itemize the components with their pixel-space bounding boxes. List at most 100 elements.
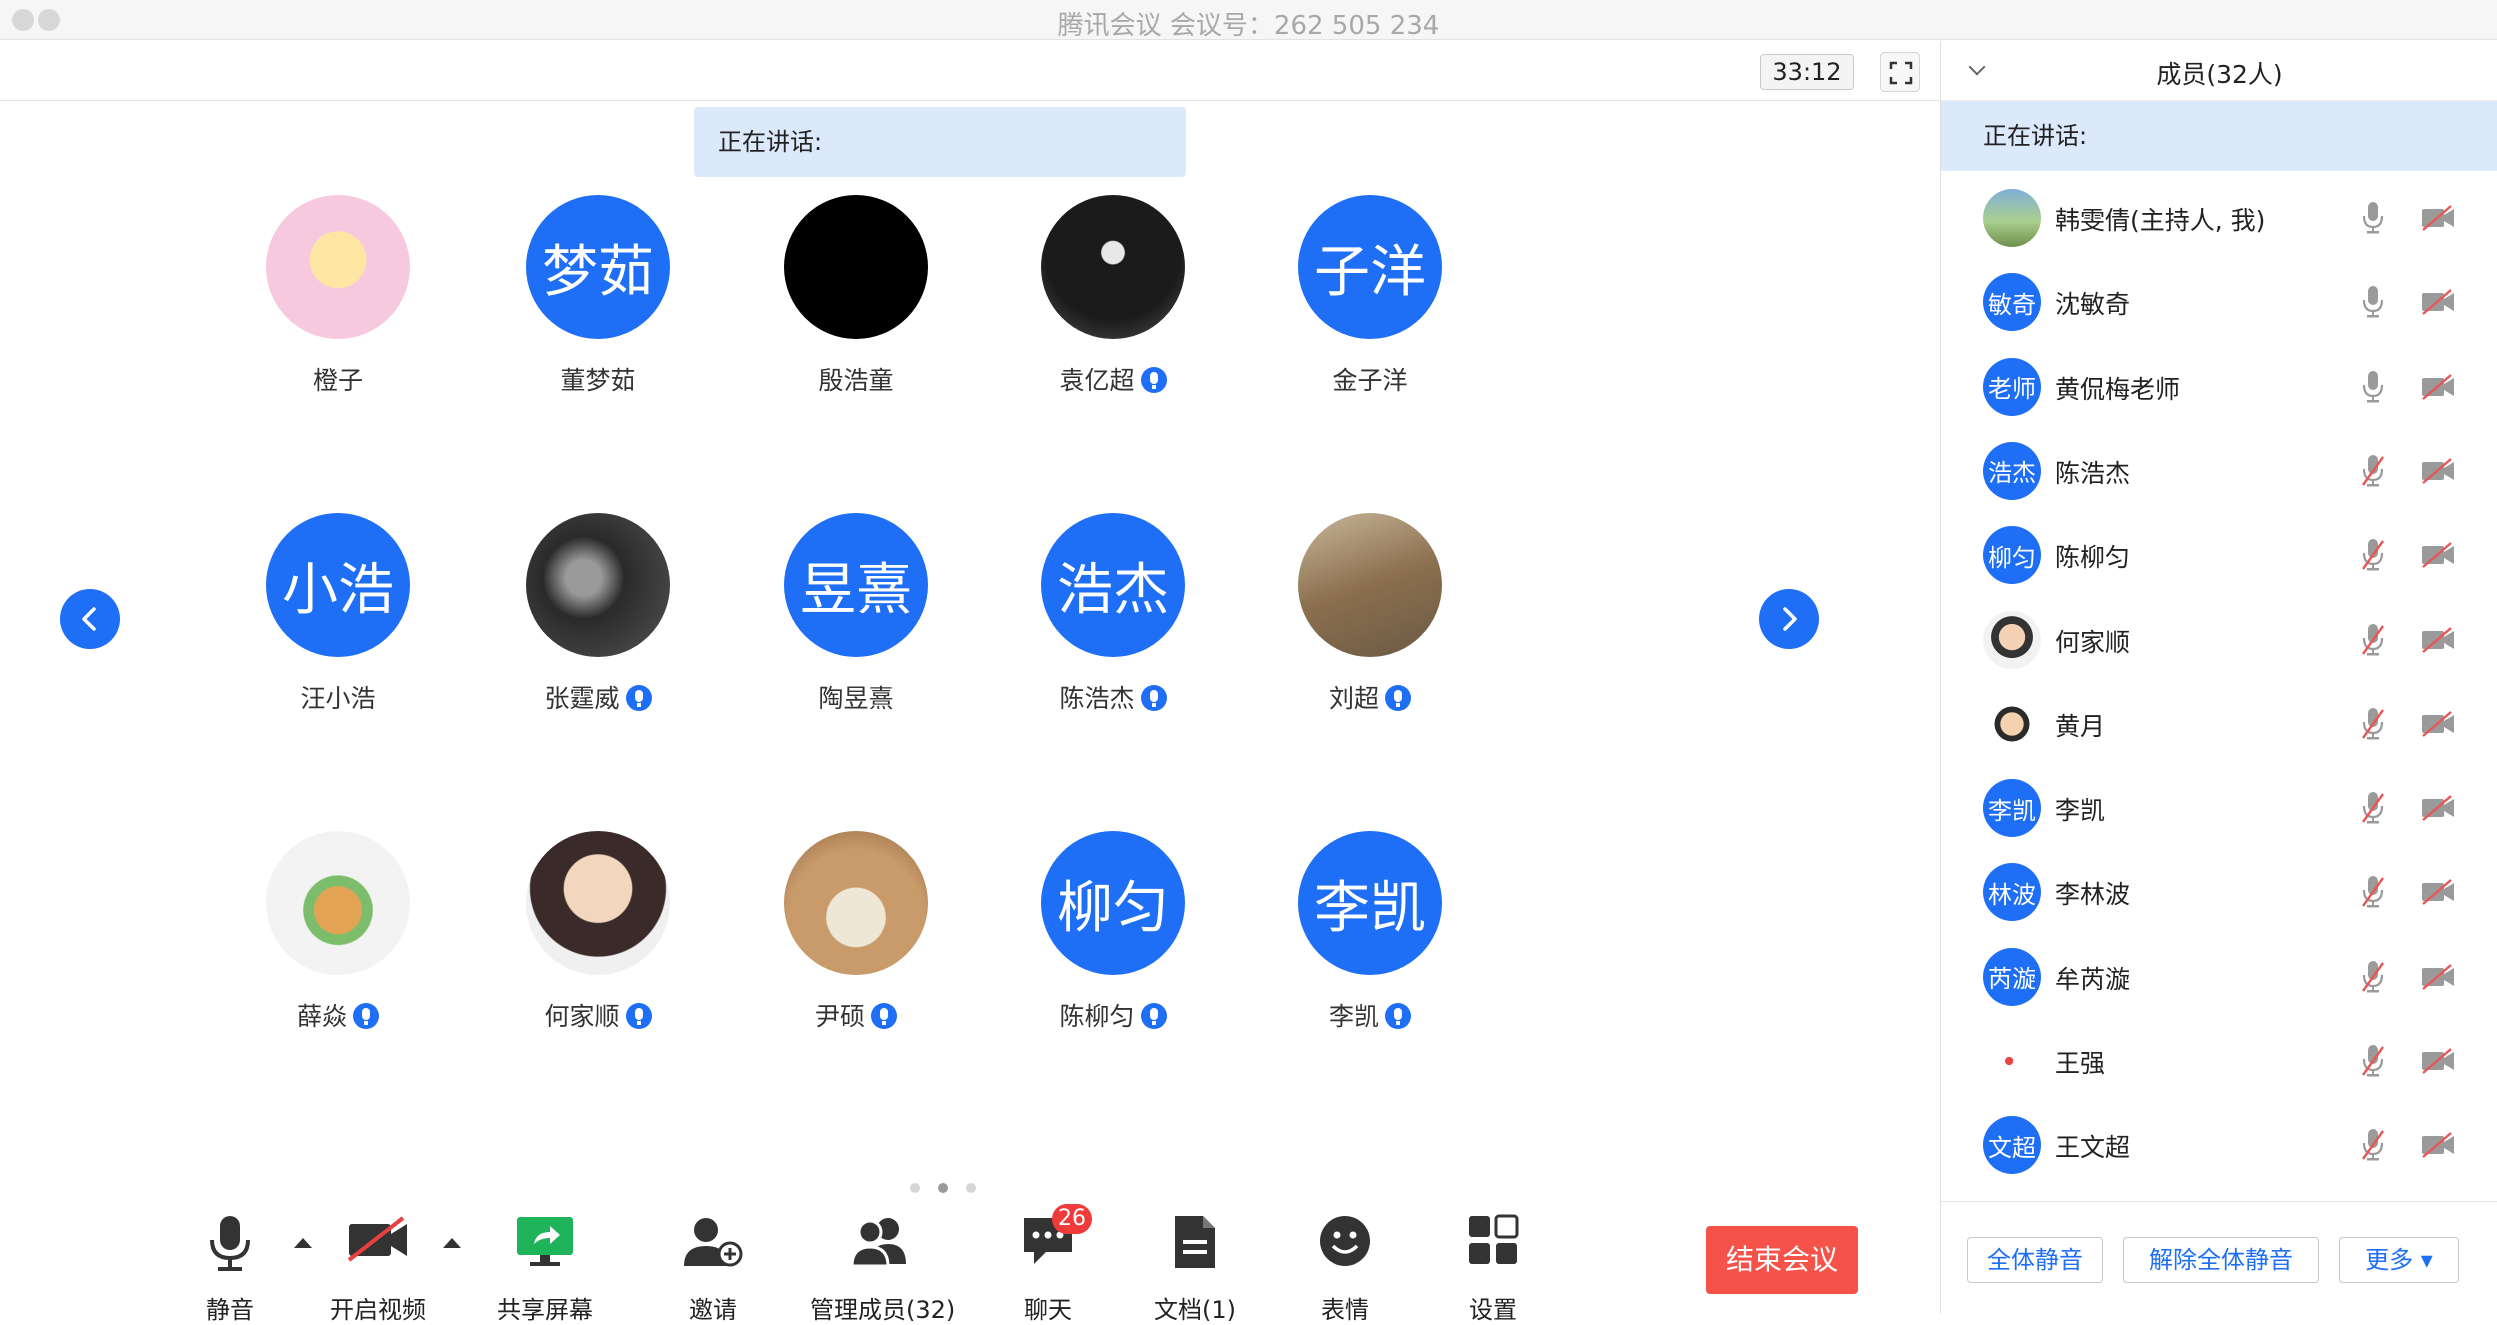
members-panel: 成员(32人) 正在讲话: 韩雯倩(主持人, 我) 敏奇 沈敏奇 老师 黄侃梅老师 浩杰陈… [1940,41,2497,1314]
member-name: 黄月 [2055,711,2106,741]
mic-muted-icon[interactable] [2361,875,2385,909]
participant-tile[interactable]: 薛焱 [238,831,438,1051]
manage-members-label: 管理成员(32) [810,1296,956,1324]
camera-off-icon[interactable] [2421,879,2455,906]
camera-off-icon[interactable] [2421,457,2455,484]
page-dot[interactable] [966,1183,976,1193]
member-name: 陈柳匀 [2055,543,2131,573]
participant-avatar [266,195,410,339]
unmute-all-button[interactable]: 解除全体静音 [2123,1237,2319,1283]
mic-muted-icon[interactable] [2361,960,2385,994]
camera-off-icon[interactable] [2421,542,2455,569]
participant-name-text: 何家顺 [544,1002,620,1031]
member-avatar [1983,1032,2041,1090]
camera-off-icon[interactable] [2421,205,2455,231]
prev-page-button[interactable] [60,589,120,649]
mic-on-icon[interactable] [2361,370,2385,404]
participant-tile[interactable]: 袁亿超 [1013,195,1213,415]
mic-muted-icon[interactable] [2361,623,2385,657]
camera-off-icon[interactable] [2421,626,2455,653]
mic-muted-icon[interactable] [2361,538,2385,572]
video-options-caret[interactable] [443,1238,461,1248]
participant-tile[interactable]: 何家顺 [498,831,698,1051]
mic-muted-icon[interactable] [2361,707,2385,741]
mic-on-icon[interactable] [2361,201,2385,235]
camera-off-icon[interactable] [2421,289,2455,316]
member-row[interactable]: 王强 [1941,1018,2497,1102]
participant-avatar: 柳匀 [1041,831,1185,975]
member-row[interactable]: 韩雯倩(主持人, 我) [1941,175,2497,259]
member-row[interactable]: 李凯 李凯 [1941,765,2497,849]
participant-avatar: 昱熹 [784,513,928,657]
more-options-button[interactable]: 更多 ▾ [2339,1237,2459,1283]
next-page-button[interactable] [1759,589,1819,649]
participant-tile[interactable]: 殷浩童 [756,195,956,415]
speaking-indicator: 正在讲话: [694,107,1186,177]
camera-off-icon[interactable] [2421,795,2455,822]
participant-name-text: 金子洋 [1332,366,1408,395]
share-screen-icon [517,1217,573,1266]
member-avatar: 浩杰 [1983,441,2041,500]
start-video-button[interactable]: 开启视频 [320,1168,436,1324]
members-speaking-indicator: 正在讲话: [1941,101,2497,171]
documents-label: 文档(1) [1154,1296,1236,1324]
member-avatar: 老师 [1983,357,2041,416]
share-screen-button[interactable]: 共享屏幕 [490,1168,600,1324]
chat-button[interactable]: 聊天 26 [1008,1168,1092,1324]
participant-tile[interactable]: 梦茹 董梦茹 [498,195,698,415]
mic-muted-icon[interactable] [2361,1128,2385,1162]
end-meeting-button[interactable]: 结束会议 [1706,1226,1858,1294]
camera-off-icon[interactable] [2421,710,2455,737]
camera-off-icon[interactable] [2421,373,2455,400]
participant-name: 张霆威 [498,679,698,715]
camera-off-icon[interactable] [2421,1132,2455,1159]
camera-off-icon[interactable] [2421,963,2455,990]
documents-button[interactable]: 文档(1) [1150,1168,1240,1324]
participant-tile[interactable]: 尹硕 [756,831,956,1051]
participant-tile[interactable]: 橙子 [238,195,438,415]
participant-name: 董梦茹 [498,361,698,397]
mute-button[interactable]: 静音 [180,1168,280,1324]
participant-tile[interactable]: 柳匀 陈柳匀 [1013,831,1213,1051]
member-avatar: 芮漩 [1983,947,2041,1006]
member-row[interactable]: 敏奇 沈敏奇 [1941,259,2497,343]
participant-tile[interactable]: 李凯 李凯 [1270,831,1470,1051]
member-row[interactable]: 文超 王文超 [1941,1102,2497,1186]
mic-on-icon[interactable] [2361,285,2385,319]
participant-tile[interactable]: 昱熹 陶昱熹 [756,513,956,733]
member-row[interactable]: 老师 黄侃梅老师 [1941,344,2497,428]
chevron-right-icon [1783,607,1797,631]
mic-active-icon [625,1003,652,1029]
participant-tile[interactable]: 刘超 [1270,513,1470,733]
member-row[interactable]: 浩杰 陈浩杰 [1941,428,2497,512]
add-user-icon [684,1218,743,1267]
audio-options-caret[interactable] [294,1238,312,1248]
manage-members-button[interactable]: 管理成员(32) [810,1168,955,1324]
mute-label: 静音 [206,1296,254,1324]
camera-off-icon[interactable] [2421,1048,2455,1074]
participant-tile[interactable]: 浩杰 陈浩杰 [1013,513,1213,733]
participant-name-text: 薛焱 [296,1002,347,1031]
mic-muted-icon[interactable] [2361,454,2385,488]
mute-all-button[interactable]: 全体静音 [1967,1237,2103,1283]
settings-button[interactable]: 设置 [1448,1168,1538,1324]
share-screen-label: 共享屏幕 [497,1296,593,1324]
meeting-timer: 33:12 [1760,54,1854,90]
participant-avatar [526,513,670,657]
participant-tile[interactable]: 子洋 金子洋 [1270,195,1470,415]
member-name: 牟芮漩 [2055,964,2131,994]
participant-tile[interactable]: 张霆威 [498,513,698,733]
member-row[interactable]: 林波 李林波 [1941,849,2497,933]
emoji-label: 表情 [1321,1296,1369,1324]
invite-button[interactable]: 邀请 [668,1168,758,1324]
mic-muted-icon[interactable] [2361,1044,2385,1078]
member-name: 黄侃梅老师 [2055,374,2181,404]
member-row[interactable]: 黄月 [1941,681,2497,765]
emoji-button[interactable]: 表情 [1300,1168,1390,1324]
fullscreen-button[interactable] [1880,52,1920,92]
participant-tile[interactable]: 小浩 汪小浩 [238,513,438,733]
mic-muted-icon[interactable] [2361,791,2385,825]
member-row[interactable]: 芮漩 牟芮漩 [1941,934,2497,1018]
member-row[interactable]: 柳匀 陈柳匀 [1941,512,2497,596]
member-row[interactable]: 何家顺 [1941,597,2497,681]
